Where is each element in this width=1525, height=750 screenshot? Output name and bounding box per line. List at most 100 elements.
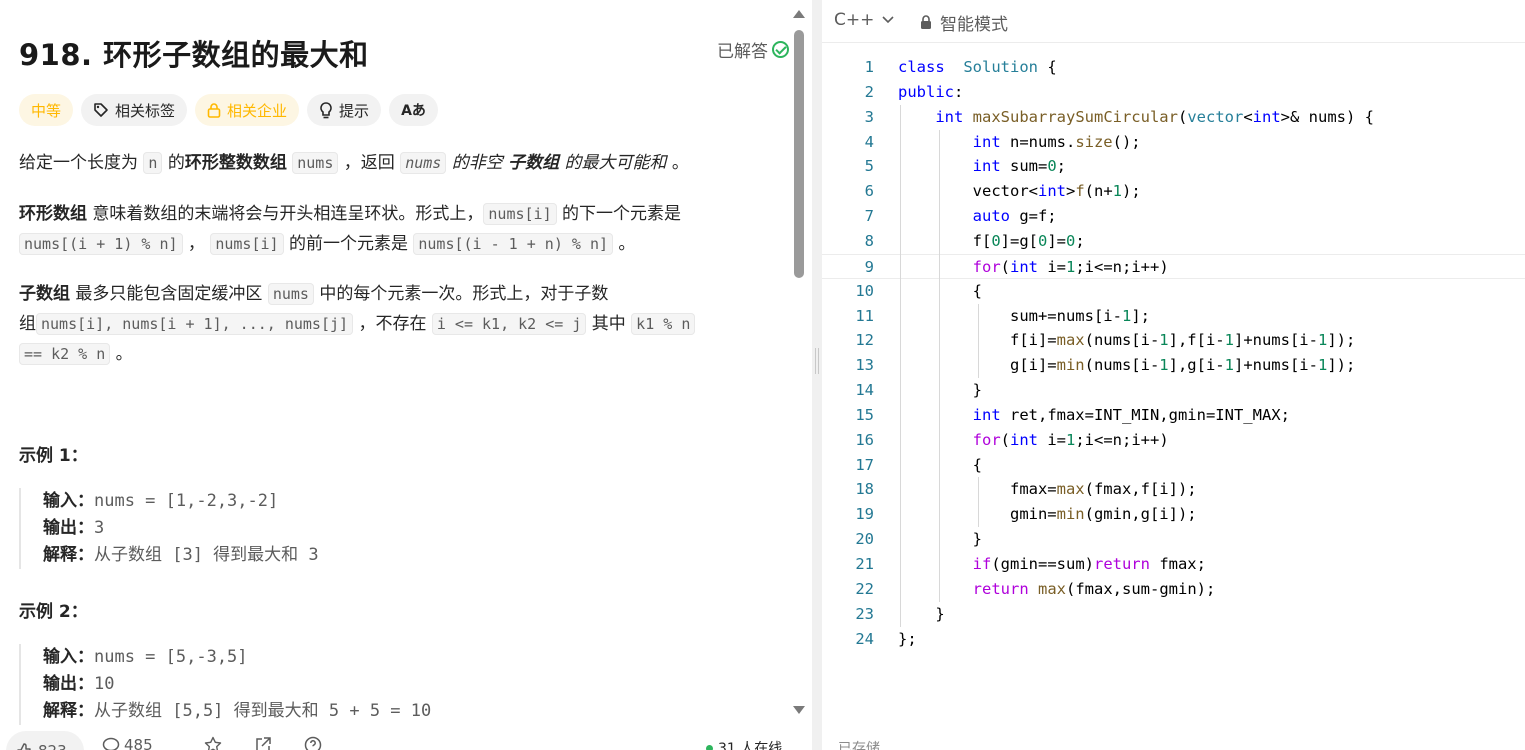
- code-token: ]);: [1327, 331, 1356, 350]
- code-line[interactable]: 11 sum+=nums[i-1];: [822, 304, 1525, 329]
- code-token: ]=g[: [1000, 231, 1038, 250]
- share-button[interactable]: [254, 736, 272, 750]
- code-token: };: [898, 629, 917, 648]
- line-source: return max(fmax,sum-gmin);: [898, 577, 1216, 602]
- code-line[interactable]: 10 {: [822, 279, 1525, 304]
- explain-label: 解释：: [43, 545, 94, 565]
- code-token: >& nums) {: [1280, 107, 1374, 126]
- line-source: vector<int>f(n+1);: [898, 179, 1141, 204]
- code-token: ;: [1075, 231, 1085, 250]
- code-line[interactable]: 15 int ret,fmax=INT_MIN,gmin=INT_MAX;: [822, 403, 1525, 428]
- code-token: }: [898, 381, 982, 400]
- lightbulb-icon: [320, 101, 332, 118]
- difficulty-badge[interactable]: 中等: [19, 94, 74, 126]
- code-token: 0: [1038, 231, 1048, 250]
- code-line[interactable]: 7 auto g=f;: [822, 204, 1525, 229]
- line-number: 18: [855, 480, 874, 499]
- scroll-up-icon[interactable]: [793, 10, 805, 18]
- code-token: (nums[i-: [1084, 356, 1160, 375]
- font-size-button[interactable]: Aあ: [389, 94, 438, 126]
- line-source: }: [898, 602, 944, 627]
- inline-code: nums[(i - 1 + n) % n]: [413, 233, 614, 255]
- tag-icon: [94, 103, 108, 117]
- comments-button[interactable]: 485: [102, 736, 153, 750]
- input-label: 输入：: [43, 491, 94, 511]
- related-companies-button[interactable]: 相关企业: [195, 94, 300, 126]
- line-number: 4: [864, 132, 874, 151]
- output-value: 3: [94, 518, 105, 538]
- code-line[interactable]: 9 for(int i=1;i<=n;i++): [822, 253, 1525, 279]
- explain-value: 从子数组 [3] 得到最大和 3: [94, 545, 319, 565]
- code-token: ;: [1056, 157, 1067, 176]
- code-line[interactable]: 3 int maxSubarraySumCircular(vector<int>…: [822, 105, 1525, 130]
- code-token: i=: [1038, 430, 1066, 449]
- hint-button[interactable]: 提示: [307, 94, 382, 126]
- code-line[interactable]: 4 int n=nums.size();: [822, 130, 1525, 155]
- explain-label: 解释：: [43, 701, 94, 721]
- inline-code: nums[i], nums[i + 1], ..., nums[j]: [36, 313, 354, 335]
- code-token: f: [1075, 182, 1085, 201]
- code-line[interactable]: 17 {: [822, 453, 1525, 478]
- scroll-thumb[interactable]: [794, 30, 804, 278]
- code-token: (: [1000, 430, 1010, 449]
- code-line[interactable]: 5 int sum=0;: [822, 154, 1525, 179]
- code-line[interactable]: 21 if(gmin==sum)return fmax;: [822, 552, 1525, 577]
- code-token: size: [1075, 132, 1113, 151]
- code-token: int: [1252, 107, 1281, 126]
- code-line[interactable]: 1 class Solution {: [822, 55, 1525, 80]
- code-line[interactable]: 2 public:: [822, 80, 1525, 105]
- related-tags-button[interactable]: 相关标签: [81, 94, 188, 126]
- text: 其中: [586, 314, 632, 334]
- feedback-button[interactable]: [304, 736, 322, 750]
- line-number: 6: [864, 182, 874, 201]
- text: 。: [110, 344, 133, 364]
- code-line[interactable]: 13 g[i]=min(nums[i-1],g[i-1]+nums[i-1]);: [822, 353, 1525, 378]
- code-line[interactable]: 12 f[i]=max(nums[i-1],f[i-1]+nums[i-1]);: [822, 328, 1525, 353]
- text: ，: [182, 234, 211, 254]
- code-token: 1: [1317, 331, 1328, 350]
- line-source: f[0]=g[0]=0;: [898, 229, 1085, 254]
- code-line[interactable]: 20 }: [822, 527, 1525, 552]
- line-number: 8: [864, 231, 874, 250]
- line-source: int n=nums.size();: [898, 130, 1141, 155]
- text: 的前一个元素是: [283, 234, 414, 254]
- indent-guide: [978, 477, 979, 528]
- code-token: Solution: [963, 58, 1038, 76]
- panel-resize-handle[interactable]: [812, 0, 822, 750]
- code-line[interactable]: 16 for(int i=1;i<=n;i++): [822, 428, 1525, 453]
- input-value: nums = [5,-3,5]: [94, 647, 248, 667]
- text: 最多只能包含固定缓冲区: [70, 284, 268, 304]
- line-source: int sum=0;: [898, 154, 1066, 179]
- code-line[interactable]: 24};: [822, 627, 1525, 652]
- favorite-button[interactable]: [204, 736, 222, 750]
- language-select[interactable]: C++: [834, 10, 894, 30]
- line-source: f[i]=max(nums[i-1],f[i-1]+nums[i-1]);: [898, 328, 1355, 353]
- code-line[interactable]: 6 vector<int>f(n+1);: [822, 179, 1525, 204]
- line-source: sum+=nums[i-1];: [898, 304, 1150, 329]
- line-source: int maxSubarraySumCircular(vector<int>& …: [898, 105, 1374, 130]
- related-tags-label: 相关标签: [115, 101, 176, 120]
- code-line[interactable]: 22 return max(fmax,sum-gmin);: [822, 577, 1525, 602]
- code-token: (fmax,f[i]);: [1084, 480, 1197, 499]
- text: 给定一个长度为: [19, 153, 144, 173]
- difficulty-label: 中等: [31, 101, 62, 120]
- code-token: return: [1093, 555, 1150, 573]
- code-line[interactable]: 14 }: [822, 378, 1525, 403]
- smart-mode-toggle[interactable]: 智能模式: [920, 10, 1008, 35]
- like-button[interactable]: 823: [6, 731, 84, 750]
- code-line[interactable]: 23 }: [822, 602, 1525, 627]
- text: 的最大可能和: [559, 153, 667, 173]
- inline-code: nums[(i + 1) % n]: [19, 233, 183, 255]
- output-value: 10: [94, 674, 115, 694]
- scroll-down-icon[interactable]: [793, 706, 805, 714]
- example-2-title: 示例 2：: [19, 602, 88, 622]
- code-token: <: [1243, 107, 1253, 126]
- code-token: ;i<=n;i++): [1075, 430, 1169, 449]
- code-line[interactable]: 18 fmax=max(fmax,f[i]);: [822, 477, 1525, 502]
- code-line[interactable]: 8 f[0]=g[0]=0;: [822, 229, 1525, 254]
- code-line[interactable]: 19 gmin=min(gmin,g[i]);: [822, 502, 1525, 527]
- problem-scrollbar[interactable]: [790, 0, 808, 720]
- code-token: (: [1000, 257, 1010, 276]
- line-source: {: [898, 279, 982, 304]
